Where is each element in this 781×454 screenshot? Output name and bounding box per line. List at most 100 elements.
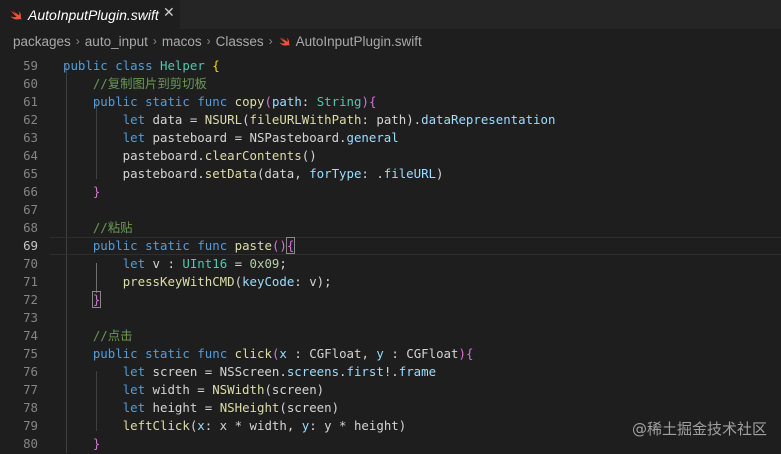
code-token: let bbox=[122, 400, 146, 415]
line-number: 64 bbox=[23, 148, 38, 163]
code-token: paste bbox=[234, 238, 272, 253]
code-text: let data = NSURL(fileURLWithPath: path).… bbox=[63, 111, 556, 129]
line-number: 70 bbox=[23, 256, 38, 271]
code-line[interactable]: 68 //粘贴 bbox=[0, 219, 781, 237]
code-token: { bbox=[465, 346, 474, 361]
line-number: 65 bbox=[23, 166, 38, 181]
code-token: } bbox=[91, 291, 102, 308]
breadcrumb-auto-input[interactable]: auto_input bbox=[85, 34, 148, 49]
tab-autoinputplugin[interactable]: AutoInputPlugin.swift ✕ bbox=[0, 0, 180, 29]
code-token: let bbox=[122, 256, 146, 271]
code-token: NSWidth bbox=[212, 382, 265, 397]
code-token: let bbox=[122, 130, 146, 145]
code-line[interactable]: 67 bbox=[0, 201, 781, 219]
line-number: 59 bbox=[23, 58, 38, 73]
code-token: : v); bbox=[294, 274, 332, 289]
code-token: func bbox=[197, 346, 228, 361]
line-number: 80 bbox=[23, 436, 38, 451]
line-number: 66 bbox=[23, 184, 38, 199]
code-line[interactable]: 75 public static func click(x : CGFloat,… bbox=[0, 345, 781, 363]
line-number: 61 bbox=[23, 94, 38, 109]
code-token: pressKeyWithCMD bbox=[122, 274, 235, 289]
code-token: Helper bbox=[160, 58, 205, 73]
code-line[interactable]: 62 let data = NSURL(fileURLWithPath: pat… bbox=[0, 111, 781, 129]
code-line[interactable]: 77 let width = NSWidth(screen) bbox=[0, 381, 781, 399]
code-line[interactable]: 65 pasteboard.setData(data, forType: .fi… bbox=[0, 165, 781, 183]
code-token: public bbox=[92, 94, 138, 109]
code-line[interactable]: 60 //复制图片到剪切板 bbox=[0, 75, 781, 93]
breadcrumb-classes[interactable]: Classes bbox=[216, 34, 264, 49]
code-token: keyCode bbox=[242, 274, 295, 289]
code-token: ( bbox=[264, 94, 272, 109]
code-token: first bbox=[346, 364, 384, 379]
breadcrumb-macos[interactable]: macos bbox=[162, 34, 202, 49]
code-token: //点击 bbox=[92, 328, 133, 343]
code-token: } bbox=[92, 436, 101, 451]
code-token: = bbox=[227, 256, 250, 271]
code-line[interactable]: 78 let height = NSHeight(screen) bbox=[0, 399, 781, 417]
code-token: let bbox=[122, 382, 146, 397]
code-text: let v : UInt16 = 0x09; bbox=[63, 255, 287, 273]
tab-label: AutoInputPlugin.swift bbox=[28, 6, 159, 23]
code-line[interactable]: 73 bbox=[0, 309, 781, 327]
line-number: 68 bbox=[23, 220, 38, 235]
code-token: copy bbox=[234, 94, 265, 109]
code-token: //复制图片到剪切板 bbox=[92, 76, 207, 91]
code-token: . bbox=[339, 364, 347, 379]
line-number: 73 bbox=[23, 310, 38, 325]
code-token: static bbox=[145, 346, 190, 361]
line-number: 79 bbox=[23, 418, 38, 433]
code-line[interactable]: 71 pressKeyWithCMD(keyCode: v); bbox=[0, 273, 781, 291]
code-line[interactable]: 61 public static func copy(path: String)… bbox=[0, 93, 781, 111]
line-number: 75 bbox=[23, 346, 38, 361]
code-text: //点击 bbox=[63, 327, 133, 345]
code-line[interactable]: 69 public static func paste(){ bbox=[0, 237, 781, 255]
code-token: } bbox=[92, 184, 101, 199]
code-token: NSHeight bbox=[219, 400, 280, 415]
breadcrumb-packages[interactable]: packages bbox=[13, 34, 71, 49]
code-line[interactable]: 64 pasteboard.clearContents() bbox=[0, 147, 781, 165]
code-token: : x * width, bbox=[204, 418, 302, 433]
code-line[interactable]: 76 let screen = NSScreen.screens.first!.… bbox=[0, 363, 781, 381]
code-token: height = bbox=[145, 400, 220, 415]
line-number: 77 bbox=[23, 382, 38, 397]
code-line[interactable]: 74 //点击 bbox=[0, 327, 781, 345]
code-line[interactable]: 63 let pasteboard = NSPasteboard.general bbox=[0, 129, 781, 147]
line-number: 67 bbox=[23, 202, 38, 217]
code-text: public class Helper { bbox=[63, 57, 220, 75]
code-line[interactable]: 59 public class Helper { bbox=[0, 57, 781, 75]
code-editor[interactable]: 59 public class Helper {60 //复制图片到剪切板 61 p… bbox=[0, 53, 781, 454]
breadcrumb-file[interactable]: AutoInputPlugin.swift bbox=[296, 34, 422, 49]
code-line[interactable]: 66 } bbox=[0, 183, 781, 201]
code-token: dataRepresentation bbox=[421, 112, 556, 127]
code-text: let width = NSWidth(screen) bbox=[63, 381, 324, 399]
code-text: pressKeyWithCMD(keyCode: v); bbox=[63, 273, 332, 291]
code-token: : . bbox=[361, 166, 384, 181]
code-token: static bbox=[145, 238, 190, 253]
code-token: { bbox=[368, 94, 377, 109]
code-token: x bbox=[279, 346, 287, 361]
code-token: func bbox=[197, 94, 228, 109]
code-text: public static func copy(path: String){ bbox=[63, 93, 377, 111]
code-token: pasteboard. bbox=[63, 166, 205, 181]
code-line[interactable]: 72 } bbox=[0, 291, 781, 309]
code-text: public static func paste(){ bbox=[63, 237, 296, 255]
watermark: @稀土掘金技术社区 bbox=[631, 420, 767, 438]
code-token: screen = NSScreen. bbox=[145, 364, 287, 379]
code-line[interactable]: 70 let v : UInt16 = 0x09; bbox=[0, 255, 781, 273]
code-token: UInt16 bbox=[182, 256, 228, 271]
code-token: !. bbox=[383, 364, 399, 379]
code-token: width = bbox=[145, 382, 213, 397]
code-token: let bbox=[122, 112, 146, 127]
code-token: clearContents bbox=[204, 148, 302, 163]
close-icon[interactable]: ✕ bbox=[163, 5, 175, 21]
code-token: pasteboard. bbox=[63, 148, 205, 163]
